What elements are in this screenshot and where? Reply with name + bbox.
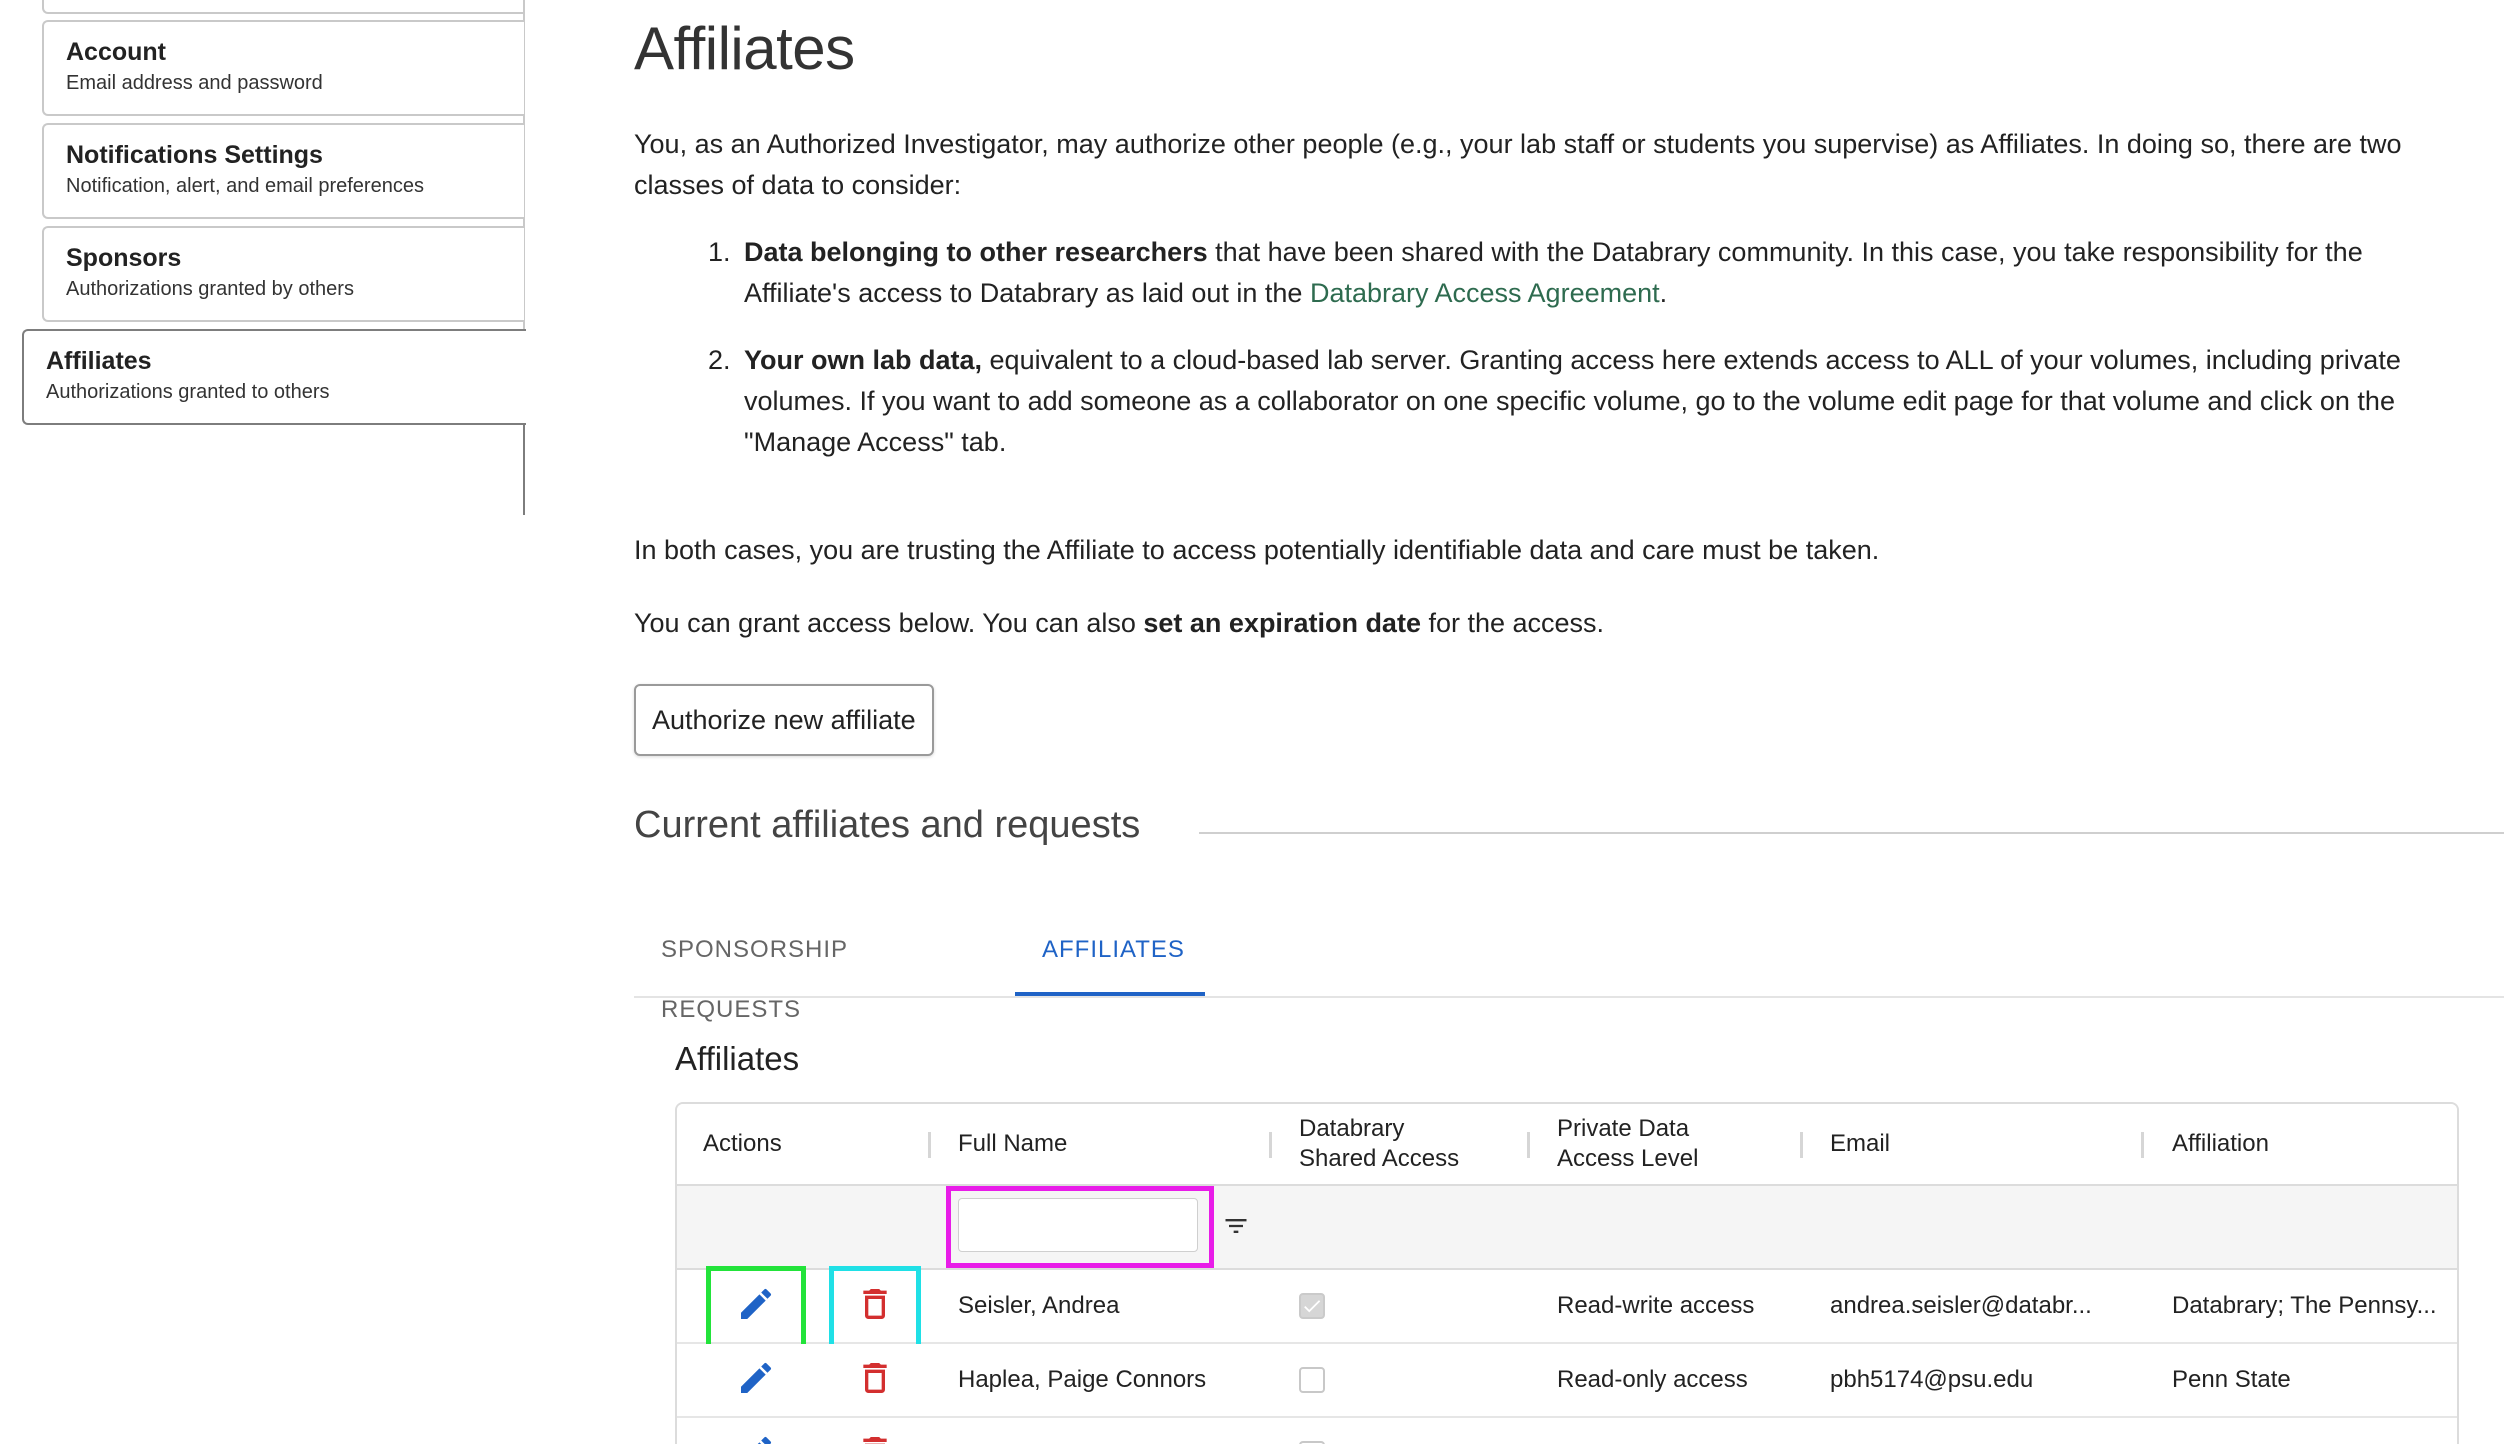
intro-paragraph: You, as an Authorized Investigator, may …: [634, 129, 2402, 200]
tab-affiliates[interactable]: Affiliates: [1015, 920, 1205, 996]
sidebar-item-subtitle: Authorizations granted to others: [46, 381, 330, 403]
cell-full-name: Haplea, Paige Connors: [958, 1366, 1207, 1393]
table-caption: Affiliates: [675, 1040, 800, 1077]
column-header-full-name[interactable]: Full Name: [958, 1104, 1067, 1184]
page-title: Affiliates: [634, 15, 855, 82]
header-line: Shared Access: [1299, 1145, 1460, 1172]
section-heading: Current affiliates and requests: [634, 804, 1141, 846]
authorize-affiliate-button[interactable]: Authorize new affiliate: [634, 684, 934, 756]
list-item-bold: Your own lab data,: [744, 345, 983, 375]
header-line: Access Level: [1557, 1145, 1699, 1172]
section-divider: [1199, 832, 2504, 834]
column-separator[interactable]: [2141, 1132, 2144, 1158]
trash-icon[interactable]: [855, 1358, 895, 1398]
list-item-text: equivalent to a cloud-based lab server. …: [744, 345, 2401, 457]
cell-shared-access: [1299, 1418, 1325, 1444]
grant-bold: set an expiration date: [1143, 608, 1421, 638]
main-content: Affiliates You, as an Authorized Investi…: [634, 0, 2504, 1444]
shared-access-checkbox[interactable]: [1299, 1293, 1325, 1319]
sidebar-item-partial[interactable]: [42, 0, 524, 14]
tab-bar: Sponsorship Requests Affiliates: [634, 920, 2504, 1023]
table-row: Haplea, Paige Connors Read-only access p…: [677, 1344, 2457, 1418]
pencil-icon[interactable]: [736, 1432, 776, 1444]
list-number: 2.: [708, 345, 731, 375]
sidebar-item-account[interactable]: Account Email address and password: [42, 20, 524, 116]
filter-list-icon[interactable]: [1222, 1212, 1250, 1240]
sidebar-item-title: Sponsors: [66, 244, 182, 272]
both-cases-paragraph: In both cases, you are trusting the Affi…: [634, 535, 1880, 565]
column-separator[interactable]: [1527, 1132, 1530, 1158]
list-item-bold: Data belonging to other researchers: [744, 237, 1208, 267]
tab-sponsorship-requests[interactable]: Sponsorship Requests: [634, 920, 1015, 1023]
grant-text: You can grant access below. You can also: [634, 608, 1144, 638]
sidebar-item-title: Account: [66, 38, 166, 66]
column-separator[interactable]: [1800, 1132, 1803, 1158]
list-number: 1.: [708, 237, 731, 267]
cell-access-level: Read-only access: [1557, 1366, 1748, 1393]
list-item-tail: .: [1659, 278, 1668, 308]
cell-affiliation: Databrary; The Pennsy...: [2172, 1292, 2437, 1319]
grant-paragraph: You can grant access below. You can also…: [634, 603, 1604, 644]
cell-shared-access: [1299, 1270, 1325, 1342]
header-line: Private Data: [1557, 1115, 1690, 1142]
table-row: [677, 1418, 2457, 1444]
sidebar-item-subtitle: Notification, alert, and email preferenc…: [66, 175, 424, 197]
data-classes-list: 1. Data belonging to other researchers t…: [708, 232, 2468, 489]
header-line: Databrary: [1299, 1115, 1405, 1142]
check-icon: [1304, 1300, 1321, 1313]
sidebar-rail-lower: [523, 425, 525, 515]
pencil-icon[interactable]: [736, 1284, 776, 1324]
highlight-box-magenta: [946, 1186, 1214, 1268]
cell-affiliation: Penn State: [2172, 1366, 2291, 1393]
cell-email: pbh5174@psu.edu: [1830, 1366, 2034, 1393]
sidebar-item-subtitle: Email address and password: [66, 72, 323, 94]
sidebar-item-subtitle: Authorizations granted by others: [66, 278, 354, 300]
pencil-icon[interactable]: [736, 1358, 776, 1398]
cell-full-name: Seisler, Andrea: [958, 1292, 1120, 1319]
column-header-actions[interactable]: Actions: [703, 1104, 782, 1184]
access-agreement-link[interactable]: Databrary Access Agreement: [1310, 278, 1660, 308]
cell-access-level: Read-write access: [1557, 1292, 1755, 1319]
grant-text-end: for the access.: [1420, 608, 1605, 638]
settings-sidebar: Account Email address and password Notif…: [0, 0, 530, 520]
column-header-shared-access[interactable]: Databrary Shared Access: [1299, 1104, 1459, 1184]
sidebar-item-notifications[interactable]: Notifications Settings Notification, ale…: [42, 123, 524, 219]
trash-icon[interactable]: [855, 1432, 895, 1444]
cell-email: andrea.seisler@databr...: [1830, 1292, 2092, 1319]
column-header-access-level[interactable]: Private Data Access Level: [1557, 1104, 1698, 1184]
list-item: 1. Data belonging to other researchers t…: [708, 232, 2468, 314]
shared-access-checkbox[interactable]: [1299, 1367, 1325, 1393]
list-item: 2. Your own lab data, equivalent to a cl…: [708, 340, 2468, 463]
sidebar-item-sponsors[interactable]: Sponsors Authorizations granted by other…: [42, 226, 524, 322]
affiliates-table: Actions Full Name Databrary Shared Acces…: [675, 1102, 2459, 1444]
sidebar-item-title: Affiliates: [46, 347, 152, 375]
sidebar-item-title: Notifications Settings: [66, 141, 323, 169]
table-row: Seisler, Andrea Read-write access andrea…: [677, 1266, 2457, 1350]
table-header: Actions Full Name Databrary Shared Acces…: [677, 1104, 2457, 1186]
column-header-email[interactable]: Email: [1830, 1104, 1890, 1184]
column-separator[interactable]: [928, 1132, 931, 1158]
cell-shared-access: [1299, 1344, 1325, 1416]
trash-icon[interactable]: [855, 1284, 895, 1324]
column-separator[interactable]: [1269, 1132, 1272, 1158]
filter-row: [677, 1186, 2457, 1270]
column-header-affiliation[interactable]: Affiliation: [2172, 1104, 2269, 1184]
sidebar-item-affiliates[interactable]: Affiliates Authorizations granted to oth…: [22, 329, 526, 425]
